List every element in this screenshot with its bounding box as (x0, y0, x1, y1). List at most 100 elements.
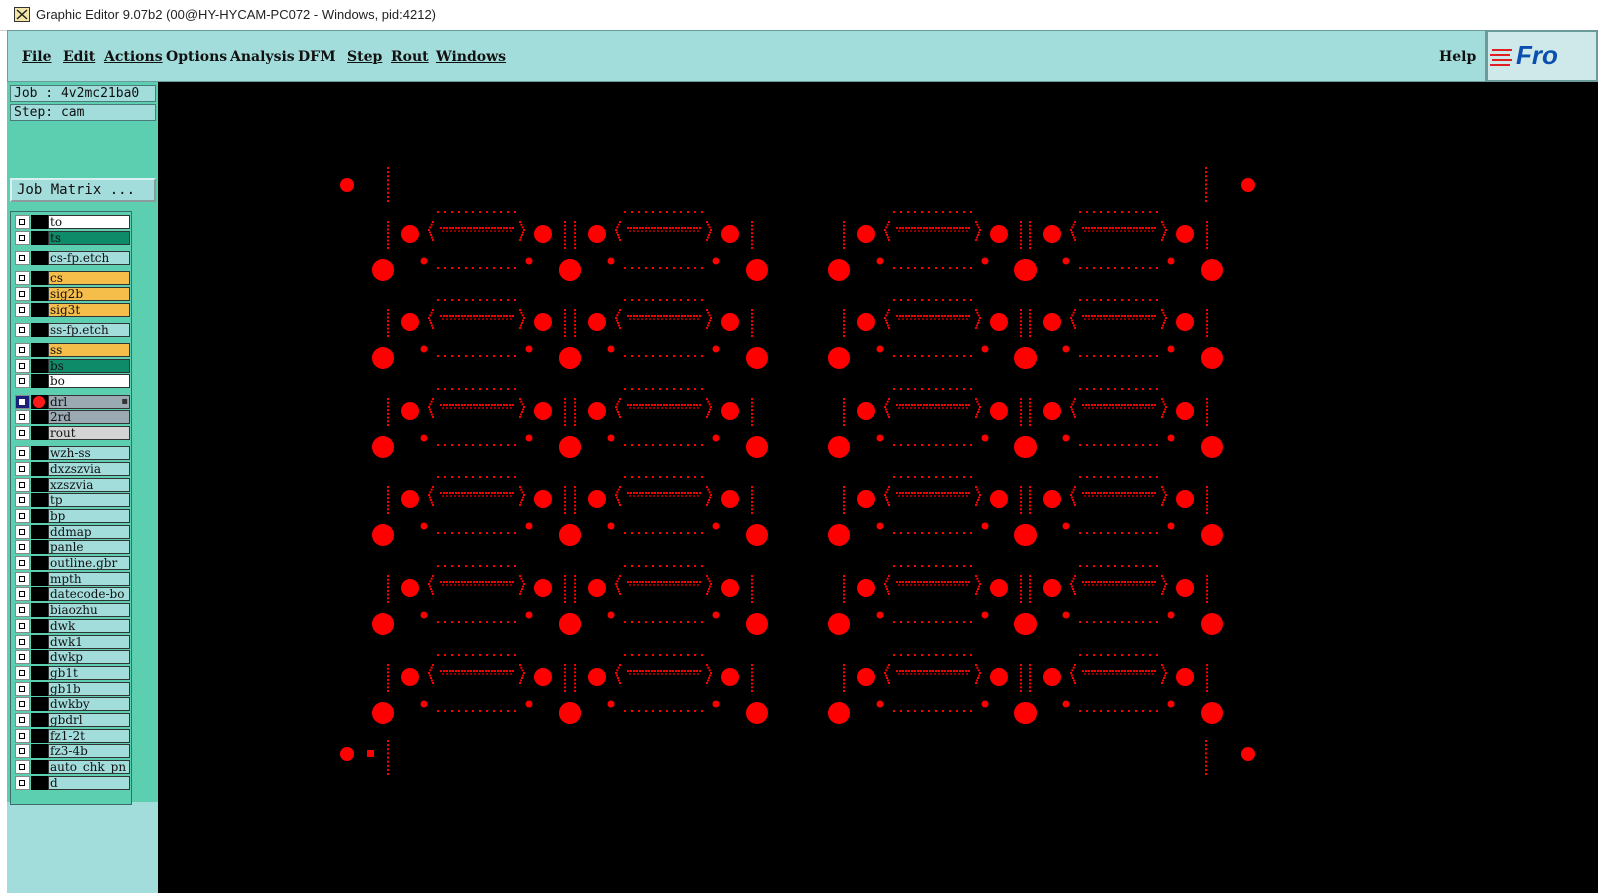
layer-affected-marker[interactable] (31, 618, 48, 633)
layer-checkbox[interactable] (15, 215, 30, 229)
layer-checkbox[interactable] (15, 374, 30, 389)
layer-checkbox[interactable] (15, 744, 30, 759)
menu-analysis[interactable]: Analysis (230, 49, 295, 65)
layer-row-dxzszvia[interactable]: dxzszvia (14, 461, 130, 476)
layer-affected-marker[interactable] (31, 286, 48, 301)
layer-affected-marker[interactable] (31, 744, 48, 759)
layer-affected-marker[interactable] (31, 394, 48, 409)
layer-checkbox[interactable] (15, 775, 30, 790)
layer-affected-marker[interactable] (31, 342, 48, 357)
layer-checkbox[interactable] (15, 508, 30, 523)
layer-row-gb1t[interactable]: gb1t (14, 665, 130, 680)
layer-name[interactable]: dwkp (48, 650, 130, 665)
layer-row-datecode-bo[interactable]: datecode-bo (14, 587, 130, 602)
layer-name[interactable]: biaozhu (48, 603, 130, 618)
layer-checkbox[interactable] (15, 713, 30, 727)
layer-name[interactable]: ddmap (48, 524, 130, 539)
layer-row-fz3-4b[interactable]: fz3-4b (14, 744, 130, 759)
layer-name[interactable]: wzh-ss (48, 446, 130, 461)
layer-row-to[interactable]: to (14, 215, 130, 229)
layer-name[interactable]: panle (48, 540, 130, 555)
layer-affected-marker[interactable] (31, 681, 48, 696)
layer-name[interactable]: cs-fp.etch (48, 250, 130, 265)
layer-row-bs[interactable]: bs (14, 358, 130, 373)
layer-name[interactable]: sig2b (48, 286, 130, 301)
layer-name[interactable]: tp (48, 493, 130, 508)
layer-checkbox[interactable] (15, 650, 30, 665)
layer-checkbox[interactable] (15, 760, 30, 775)
layer-row-dwkp[interactable]: dwkp (14, 650, 130, 665)
layer-affected-marker[interactable] (31, 250, 48, 265)
layer-checkbox[interactable] (15, 322, 30, 337)
layer-row-sig3t[interactable]: sig3t (14, 302, 130, 317)
layer-checkbox[interactable] (15, 230, 30, 245)
layer-affected-marker[interactable] (31, 230, 48, 245)
layer-name[interactable]: fz1-2t (48, 728, 130, 743)
layer-row-sig2b[interactable]: sig2b (14, 286, 130, 301)
layer-checkbox[interactable] (15, 681, 30, 696)
layer-row-outline.gbr[interactable]: outline.gbr (14, 556, 130, 570)
layer-name[interactable]: dxzszvia (48, 461, 130, 476)
layer-affected-marker[interactable] (31, 410, 48, 425)
layer-name[interactable]: cs (48, 271, 130, 286)
layer-name[interactable]: dwkby (48, 697, 130, 712)
layer-checkbox[interactable] (15, 524, 30, 539)
layer-name[interactable]: d (48, 775, 130, 790)
layer-affected-marker[interactable] (31, 603, 48, 618)
layer-checkbox[interactable] (15, 697, 30, 712)
layer-checkbox[interactable] (15, 556, 30, 570)
layer-checkbox[interactable] (15, 493, 30, 508)
layer-affected-marker[interactable] (31, 760, 48, 775)
layer-affected-marker[interactable] (31, 271, 48, 286)
layer-affected-marker[interactable] (31, 322, 48, 337)
menu-options[interactable]: Options (166, 49, 227, 65)
layer-name[interactable]: gbdrl (48, 713, 130, 727)
layer-checkbox[interactable] (15, 302, 30, 317)
menu-edit[interactable]: Edit (63, 49, 95, 65)
layer-affected-marker[interactable] (31, 524, 48, 539)
layer-name[interactable]: dwk1 (48, 634, 130, 649)
layer-checkbox[interactable] (15, 634, 30, 649)
menu-step[interactable]: Step (347, 49, 382, 65)
layer-row-ts[interactable]: ts (14, 230, 130, 245)
layer-row-ss[interactable]: ss (14, 342, 130, 357)
layer-checkbox[interactable] (15, 618, 30, 633)
layer-checkbox[interactable] (15, 665, 30, 680)
layer-row-ss-fp.etch[interactable]: ss-fp.etch (14, 322, 130, 337)
layer-affected-marker[interactable] (31, 571, 48, 586)
menu-actions[interactable]: Actions (104, 49, 163, 65)
layer-list[interactable]: to ts cs-fp.etch cs sig2b sig3t ss-fp.etch ss bs… (10, 211, 132, 805)
menu-file[interactable]: File (22, 49, 51, 65)
layer-row-bp[interactable]: bp (14, 508, 130, 523)
layer-checkbox[interactable] (15, 587, 30, 602)
layer-name[interactable]: bs (48, 358, 130, 373)
layer-name[interactable]: sig3t (48, 302, 130, 317)
layer-affected-marker[interactable] (31, 215, 48, 229)
menu-help[interactable]: Help (1439, 49, 1476, 65)
layer-affected-marker[interactable] (31, 477, 48, 492)
layer-checkbox[interactable] (15, 540, 30, 555)
layer-checkbox[interactable] (15, 410, 30, 425)
layer-row-bo[interactable]: bo (14, 374, 130, 389)
layer-row-gb1b[interactable]: gb1b (14, 681, 130, 696)
layer-affected-marker[interactable] (31, 508, 48, 523)
layer-affected-marker[interactable] (31, 665, 48, 680)
layer-row-d[interactable]: d (14, 775, 130, 790)
layer-row-2rd[interactable]: 2rd (14, 410, 130, 425)
graphic-canvas[interactable] (158, 86, 1598, 893)
layer-checkbox[interactable] (15, 728, 30, 743)
layer-row-wzh-ss[interactable]: wzh-ss (14, 446, 130, 461)
layer-row-tp[interactable]: tp (14, 493, 130, 508)
layer-row-drl[interactable]: drl (14, 394, 130, 409)
layer-affected-marker[interactable] (31, 775, 48, 790)
layer-affected-marker[interactable] (31, 358, 48, 373)
layer-name[interactable]: datecode-bo (48, 587, 130, 602)
layer-name[interactable]: outline.gbr (48, 556, 130, 570)
layer-name[interactable]: 2rd (48, 410, 130, 425)
layer-name[interactable]: dwk (48, 618, 130, 633)
layer-name[interactable]: bp (48, 508, 130, 523)
layer-name[interactable]: ts (48, 230, 130, 245)
layer-affected-marker[interactable] (31, 374, 48, 389)
layer-row-cs[interactable]: cs (14, 271, 130, 286)
layer-checkbox[interactable] (15, 461, 30, 476)
